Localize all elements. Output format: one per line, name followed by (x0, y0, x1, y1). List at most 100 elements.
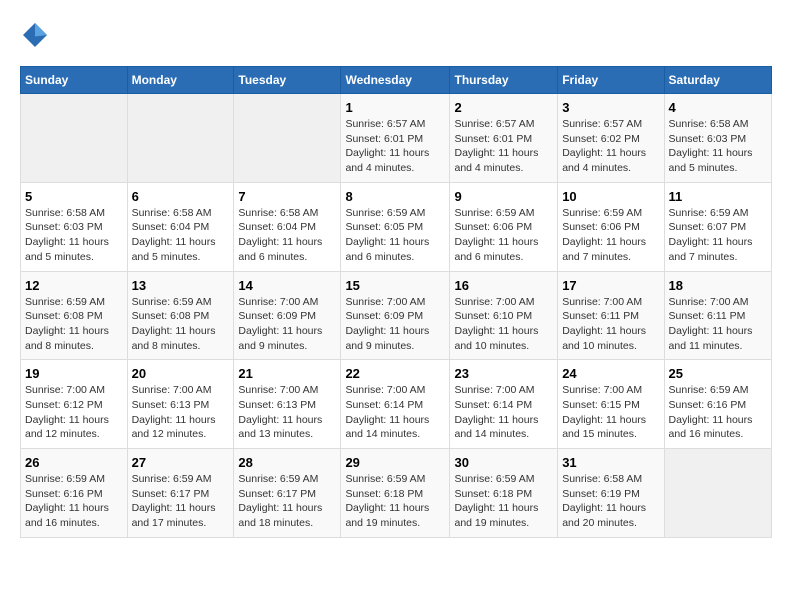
day-info: Sunrise: 6:59 AM Sunset: 6:06 PM Dayligh… (454, 206, 553, 265)
day-number: 19 (25, 366, 123, 381)
day-info: Sunrise: 7:00 AM Sunset: 6:12 PM Dayligh… (25, 383, 123, 442)
day-info: Sunrise: 7:00 AM Sunset: 6:09 PM Dayligh… (238, 295, 336, 354)
day-info: Sunrise: 6:57 AM Sunset: 6:01 PM Dayligh… (345, 117, 445, 176)
weekday-header-wednesday: Wednesday (341, 67, 450, 94)
day-info: Sunrise: 7:00 AM Sunset: 6:10 PM Dayligh… (454, 295, 553, 354)
day-info: Sunrise: 7:00 AM Sunset: 6:11 PM Dayligh… (562, 295, 659, 354)
day-number: 17 (562, 278, 659, 293)
day-info: Sunrise: 7:00 AM Sunset: 6:14 PM Dayligh… (454, 383, 553, 442)
day-number: 10 (562, 189, 659, 204)
weekday-header-tuesday: Tuesday (234, 67, 341, 94)
day-info: Sunrise: 7:00 AM Sunset: 6:14 PM Dayligh… (345, 383, 445, 442)
calendar-cell (21, 94, 128, 183)
calendar-cell: 7 Sunrise: 6:58 AM Sunset: 6:04 PM Daylig… (234, 182, 341, 271)
calendar-cell: 5 Sunrise: 6:58 AM Sunset: 6:03 PM Daylig… (21, 182, 128, 271)
calendar-cell: 2 Sunrise: 6:57 AM Sunset: 6:01 PM Daylig… (450, 94, 558, 183)
day-number: 20 (132, 366, 230, 381)
day-number: 22 (345, 366, 445, 381)
calendar-cell: 4 Sunrise: 6:58 AM Sunset: 6:03 PM Daylig… (664, 94, 771, 183)
logo (20, 20, 54, 50)
day-info: Sunrise: 6:59 AM Sunset: 6:18 PM Dayligh… (454, 472, 553, 531)
day-info: Sunrise: 7:00 AM Sunset: 6:11 PM Dayligh… (669, 295, 767, 354)
day-number: 27 (132, 455, 230, 470)
day-number: 13 (132, 278, 230, 293)
day-info: Sunrise: 6:57 AM Sunset: 6:01 PM Dayligh… (454, 117, 553, 176)
calendar-cell: 18Sunrise: 7:00 AM Sunset: 6:11 PM Dayli… (664, 271, 771, 360)
calendar-cell: 20 Sunrise: 7:00 AM Sunset: 6:13 PM Dayli… (127, 360, 234, 449)
day-info: Sunrise: 6:58 AM Sunset: 6:19 PM Dayligh… (562, 472, 659, 531)
day-number: 12 (25, 278, 123, 293)
weekday-header-monday: Monday (127, 67, 234, 94)
day-info: Sunrise: 6:57 AM Sunset: 6:02 PM Dayligh… (562, 117, 659, 176)
calendar-week-row: 1 Sunrise: 6:57 AM Sunset: 6:01 PM Daylig… (21, 94, 772, 183)
calendar-cell: 27 Sunrise: 6:59 AM Sunset: 6:17 PM Dayli… (127, 449, 234, 538)
calendar-cell: 29 Sunrise: 6:59 AM Sunset: 6:18 PM Dayli… (341, 449, 450, 538)
calendar-week-row: 12Sunrise: 6:59 AM Sunset: 6:08 PM Dayli… (21, 271, 772, 360)
day-info: Sunrise: 7:00 AM Sunset: 6:13 PM Dayligh… (238, 383, 336, 442)
day-number: 7 (238, 189, 336, 204)
day-number: 30 (454, 455, 553, 470)
day-info: Sunrise: 6:59 AM Sunset: 6:17 PM Dayligh… (238, 472, 336, 531)
calendar-cell: 13Sunrise: 6:59 AM Sunset: 6:08 PM Dayli… (127, 271, 234, 360)
calendar-cell: 15 Sunrise: 7:00 AM Sunset: 6:09 PM Dayli… (341, 271, 450, 360)
weekday-header-friday: Friday (558, 67, 664, 94)
calendar-cell: 1 Sunrise: 6:57 AM Sunset: 6:01 PM Daylig… (341, 94, 450, 183)
day-number: 15 (345, 278, 445, 293)
weekday-header-sunday: Sunday (21, 67, 128, 94)
day-number: 3 (562, 100, 659, 115)
day-info: Sunrise: 6:58 AM Sunset: 6:03 PM Dayligh… (669, 117, 767, 176)
calendar-cell: 19 Sunrise: 7:00 AM Sunset: 6:12 PM Dayli… (21, 360, 128, 449)
calendar-cell: 21Sunrise: 7:00 AM Sunset: 6:13 PM Dayli… (234, 360, 341, 449)
calendar-cell: 9 Sunrise: 6:59 AM Sunset: 6:06 PM Daylig… (450, 182, 558, 271)
calendar-cell: 16 Sunrise: 7:00 AM Sunset: 6:10 PM Dayli… (450, 271, 558, 360)
calendar-cell: 22 Sunrise: 7:00 AM Sunset: 6:14 PM Dayli… (341, 360, 450, 449)
day-info: Sunrise: 7:00 AM Sunset: 6:09 PM Dayligh… (345, 295, 445, 354)
day-number: 16 (454, 278, 553, 293)
logo-icon (20, 20, 50, 50)
day-number: 6 (132, 189, 230, 204)
day-info: Sunrise: 6:59 AM Sunset: 6:18 PM Dayligh… (345, 472, 445, 531)
calendar-week-row: 19 Sunrise: 7:00 AM Sunset: 6:12 PM Dayli… (21, 360, 772, 449)
weekday-header-saturday: Saturday (664, 67, 771, 94)
weekday-header-row: SundayMondayTuesdayWednesdayThursdayFrid… (21, 67, 772, 94)
day-number: 14 (238, 278, 336, 293)
day-number: 25 (669, 366, 767, 381)
day-number: 26 (25, 455, 123, 470)
calendar-cell: 8 Sunrise: 6:59 AM Sunset: 6:05 PM Daylig… (341, 182, 450, 271)
day-info: Sunrise: 6:58 AM Sunset: 6:04 PM Dayligh… (238, 206, 336, 265)
day-number: 11 (669, 189, 767, 204)
calendar-cell: 11Sunrise: 6:59 AM Sunset: 6:07 PM Dayli… (664, 182, 771, 271)
calendar-week-row: 26 Sunrise: 6:59 AM Sunset: 6:16 PM Dayli… (21, 449, 772, 538)
day-number: 1 (345, 100, 445, 115)
day-number: 2 (454, 100, 553, 115)
day-info: Sunrise: 6:59 AM Sunset: 6:16 PM Dayligh… (669, 383, 767, 442)
calendar-cell (664, 449, 771, 538)
day-info: Sunrise: 6:58 AM Sunset: 6:04 PM Dayligh… (132, 206, 230, 265)
day-number: 5 (25, 189, 123, 204)
day-info: Sunrise: 6:59 AM Sunset: 6:05 PM Dayligh… (345, 206, 445, 265)
day-number: 4 (669, 100, 767, 115)
day-info: Sunrise: 6:58 AM Sunset: 6:03 PM Dayligh… (25, 206, 123, 265)
calendar-cell: 26 Sunrise: 6:59 AM Sunset: 6:16 PM Dayli… (21, 449, 128, 538)
day-number: 24 (562, 366, 659, 381)
calendar-cell (127, 94, 234, 183)
day-number: 9 (454, 189, 553, 204)
calendar-cell: 3 Sunrise: 6:57 AM Sunset: 6:02 PM Daylig… (558, 94, 664, 183)
day-number: 23 (454, 366, 553, 381)
day-number: 29 (345, 455, 445, 470)
calendar-cell: 23 Sunrise: 7:00 AM Sunset: 6:14 PM Dayli… (450, 360, 558, 449)
page-header (20, 20, 772, 50)
calendar-cell: 28Sunrise: 6:59 AM Sunset: 6:17 PM Dayli… (234, 449, 341, 538)
day-number: 8 (345, 189, 445, 204)
calendar-table: SundayMondayTuesdayWednesdayThursdayFrid… (20, 66, 772, 538)
calendar-cell: 6 Sunrise: 6:58 AM Sunset: 6:04 PM Daylig… (127, 182, 234, 271)
calendar-cell: 31Sunrise: 6:58 AM Sunset: 6:19 PM Dayli… (558, 449, 664, 538)
calendar-cell: 17 Sunrise: 7:00 AM Sunset: 6:11 PM Dayli… (558, 271, 664, 360)
calendar-cell: 25 Sunrise: 6:59 AM Sunset: 6:16 PM Dayli… (664, 360, 771, 449)
calendar-week-row: 5 Sunrise: 6:58 AM Sunset: 6:03 PM Daylig… (21, 182, 772, 271)
day-info: Sunrise: 7:00 AM Sunset: 6:15 PM Dayligh… (562, 383, 659, 442)
day-info: Sunrise: 6:59 AM Sunset: 6:06 PM Dayligh… (562, 206, 659, 265)
day-info: Sunrise: 7:00 AM Sunset: 6:13 PM Dayligh… (132, 383, 230, 442)
day-info: Sunrise: 6:59 AM Sunset: 6:17 PM Dayligh… (132, 472, 230, 531)
day-info: Sunrise: 6:59 AM Sunset: 6:16 PM Dayligh… (25, 472, 123, 531)
